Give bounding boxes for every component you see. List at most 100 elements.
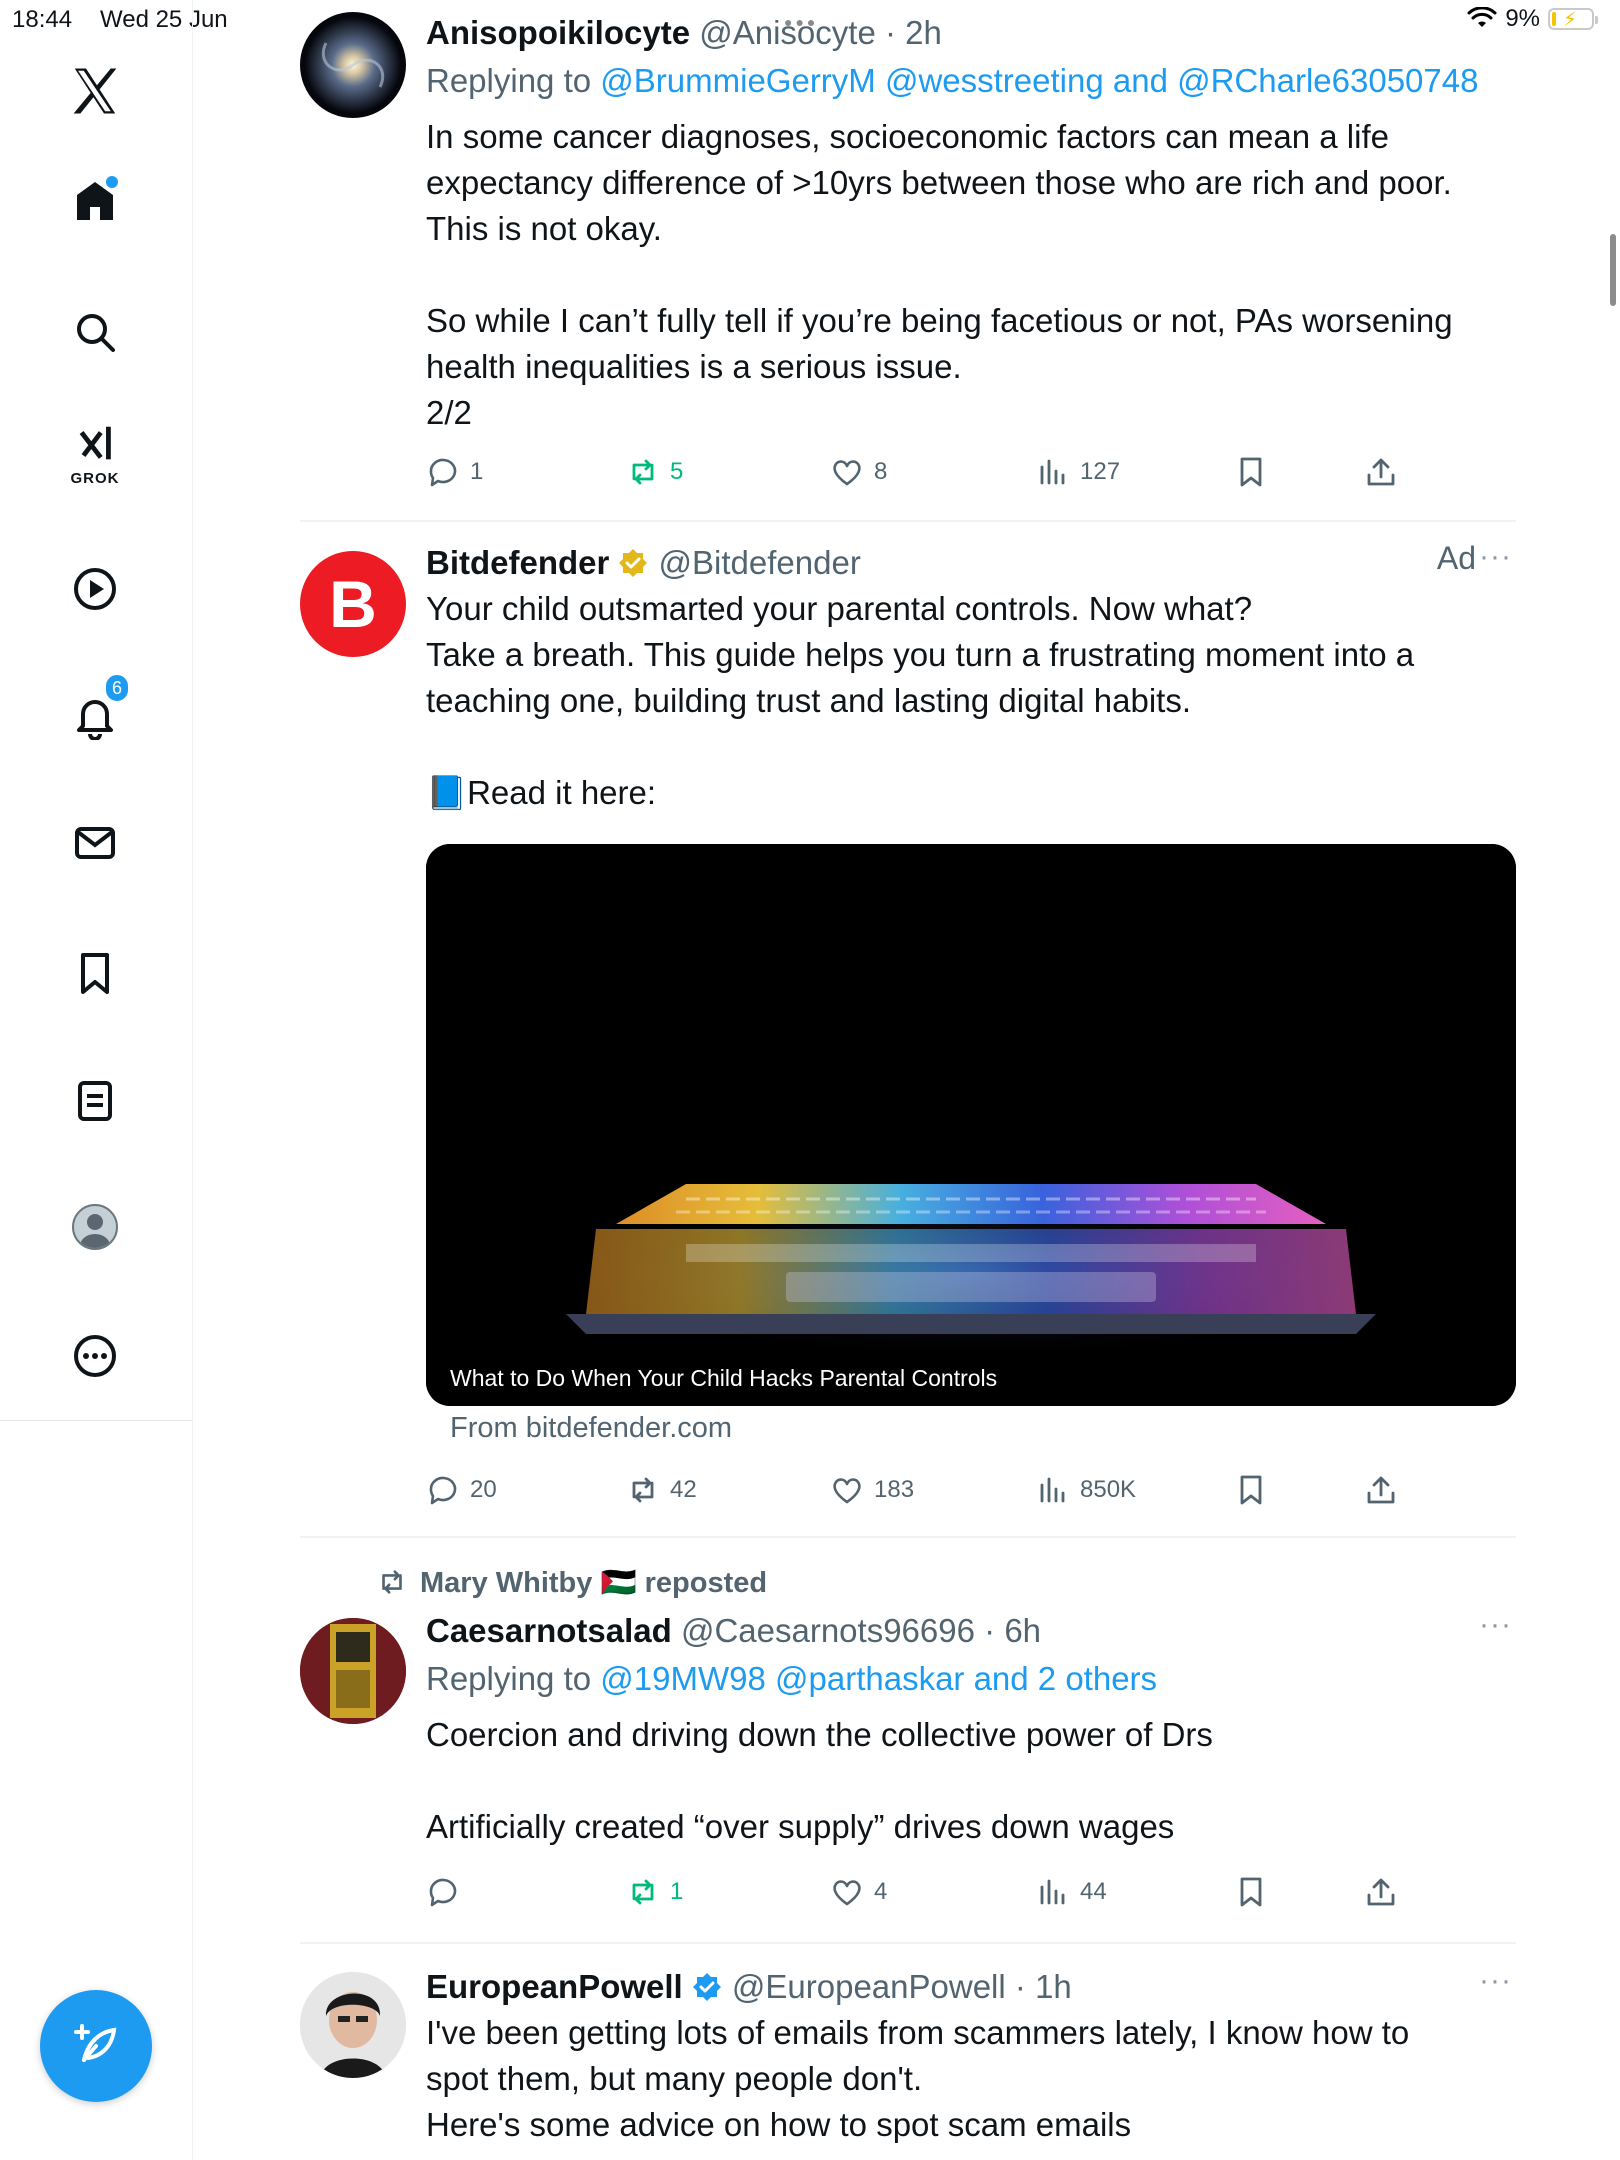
post-text: In some cancer diagnoses, socioeconomic … <box>426 114 1516 436</box>
timestamp[interactable]: 1h <box>1035 1968 1072 2005</box>
avatar[interactable] <box>300 1618 406 1724</box>
post-anisopoikilocyte[interactable]: Anisopoikilocyte @Anisocyte · 2h Replyin… <box>300 10 1516 520</box>
text-line: teaching one, building trust and lasting… <box>426 682 1192 719</box>
post-header: Bitdefender @Bitdefender <box>426 540 1516 586</box>
text-line: spot them, but many people don't. <box>426 2060 923 2097</box>
post-text: Coercion and driving down the collective… <box>426 1712 1516 1850</box>
text-line <box>426 252 1516 298</box>
link-card-image[interactable]: What to Do When Your Child Hacks Parenta… <box>426 844 1516 1406</box>
display-name[interactable]: EuropeanPowell <box>426 1968 683 2005</box>
post-text: Your child outsmarted your parental cont… <box>426 586 1516 816</box>
post-header: EuropeanPowell @EuropeanPowell · 1h <box>426 1968 1072 2005</box>
grok-label: GROK <box>70 470 120 487</box>
reply-icon <box>429 1476 457 1505</box>
text-line: Here's some advice on how to spot scam e… <box>426 2106 1132 2143</box>
text-line: Artificially created “over supply” drive… <box>426 1808 1175 1845</box>
more-options-icon[interactable]: ··· <box>1479 1608 1512 1642</box>
like-count: 4 <box>874 1878 888 1905</box>
share-icon <box>1367 1878 1395 1906</box>
handle[interactable]: @EuropeanPowell <box>732 1968 1006 2005</box>
timestamp[interactable]: 6h <box>1004 1612 1041 1649</box>
text-line <box>426 1758 1516 1804</box>
replying-to-links[interactable]: @BrummieGerryM @wesstreeting and @RCharl… <box>600 62 1478 99</box>
bookmark-button[interactable] <box>1234 442 1268 502</box>
handle[interactable]: @Bitdefender <box>659 544 861 581</box>
post-divider <box>300 520 1516 522</box>
bookmark-button[interactable] <box>1234 1862 1268 1922</box>
avatar[interactable] <box>300 12 406 118</box>
like-count: 183 <box>874 1476 915 1503</box>
sidebar: GROK 6 <box>0 0 193 2160</box>
text-line: health inequalities is a serious issue. <box>426 348 962 385</box>
post-caesarnotsalad[interactable]: Mary Whitby 🇵🇸 reposted Caesarnotsalad @… <box>300 1560 1516 1930</box>
profile-avatar <box>72 1204 118 1250</box>
views-icon <box>1040 1879 1065 1905</box>
text-line: I've been getting lots of emails from sc… <box>426 2014 1410 2051</box>
more-options-icon[interactable]: ··· <box>1479 1964 1512 1998</box>
compose-button[interactable] <box>40 1990 152 2102</box>
reply-button[interactable] <box>426 1862 470 1922</box>
share-button[interactable] <box>1364 1460 1398 1520</box>
scrollbar[interactable] <box>1610 234 1616 306</box>
repost-icon <box>632 459 654 485</box>
like-button[interactable]: 8 <box>830 442 887 502</box>
reply-icon <box>429 1878 457 1907</box>
heart-icon <box>833 1478 861 1504</box>
share-button[interactable] <box>1364 1862 1398 1922</box>
avatar[interactable]: B <box>300 551 406 657</box>
repost-context[interactable]: Mary Whitby 🇵🇸 reposted <box>376 1566 767 1600</box>
like-count: 8 <box>874 458 888 485</box>
x-logo-icon[interactable] <box>46 56 144 126</box>
text-line: Take a breath. This guide helps you turn… <box>426 636 1415 673</box>
like-button[interactable]: 183 <box>830 1460 914 1520</box>
video-icon[interactable] <box>46 554 144 624</box>
share-button[interactable] <box>1364 442 1398 502</box>
views-button[interactable]: 850K <box>1036 1460 1136 1520</box>
sidebar-divider <box>0 1420 192 1421</box>
link-card-title[interactable]: What to Do When Your Child Hacks Parenta… <box>440 1361 1008 1396</box>
views-button[interactable]: 44 <box>1036 1862 1107 1922</box>
avatar-letter: B <box>329 567 377 641</box>
search-icon[interactable] <box>46 297 144 367</box>
replying-prefix: Replying to <box>426 62 592 99</box>
bookmark-button[interactable] <box>1234 1460 1268 1520</box>
handle[interactable]: @Caesarnots96696 <box>681 1612 975 1649</box>
ad-label: Ad <box>1436 540 1476 576</box>
display-name[interactable]: Caesarnotsalad <box>426 1612 672 1649</box>
post-europeanpowell[interactable]: EuropeanPowell @EuropeanPowell · 1h ··· … <box>300 1964 1516 2160</box>
reply-button[interactable]: 20 <box>426 1460 497 1520</box>
post-bitdefender-ad[interactable]: B Bitdefender @Bitdefender Ad ··· Your c… <box>300 540 1516 1530</box>
bookmarks-icon[interactable] <box>46 938 144 1008</box>
like-button[interactable]: 4 <box>830 1862 887 1922</box>
more-icon[interactable] <box>46 1321 144 1391</box>
post-header: Caesarnotsalad @Caesarnots96696 · 6h <box>426 1612 1042 1649</box>
timestamp[interactable]: 2h <box>905 14 942 51</box>
home-unread-dot <box>106 176 118 188</box>
repost-icon <box>382 1570 402 1594</box>
post-divider <box>300 1942 1516 1944</box>
notifications-icon[interactable]: 6 <box>46 673 144 751</box>
lists-icon[interactable] <box>46 1066 144 1136</box>
profile-icon[interactable] <box>46 1192 144 1262</box>
home-icon[interactable] <box>46 166 144 236</box>
repost-button[interactable]: 42 <box>626 1460 697 1520</box>
messages-icon[interactable] <box>46 808 144 878</box>
grok-icon[interactable]: GROK <box>46 418 144 488</box>
views-button[interactable]: 127 <box>1036 442 1120 502</box>
repost-button[interactable]: 1 <box>626 1862 683 1922</box>
reposted-by: Mary Whitby 🇵🇸 reposted <box>420 1567 768 1599</box>
display-name[interactable]: Bitdefender <box>426 544 609 581</box>
more-options-icon[interactable]: ··· <box>1479 540 1512 574</box>
reply-button[interactable]: 1 <box>426 442 483 502</box>
avatar[interactable] <box>300 1972 406 2078</box>
link-source[interactable]: From bitdefender.com <box>450 1412 732 1445</box>
view-count: 127 <box>1080 458 1121 485</box>
verified-blue-icon <box>692 1973 721 2001</box>
display-name[interactable]: Anisopoikilocyte <box>426 14 690 51</box>
handle[interactable]: @Anisocyte <box>699 14 876 51</box>
replying-to-links[interactable]: @19MW98 @parthaskar and 2 others <box>600 1660 1157 1697</box>
text-line: 📘Read it here: <box>426 774 657 811</box>
repost-count: 1 <box>670 1878 684 1905</box>
repost-button[interactable]: 5 <box>626 442 683 502</box>
replying-prefix: Replying to <box>426 1660 592 1697</box>
